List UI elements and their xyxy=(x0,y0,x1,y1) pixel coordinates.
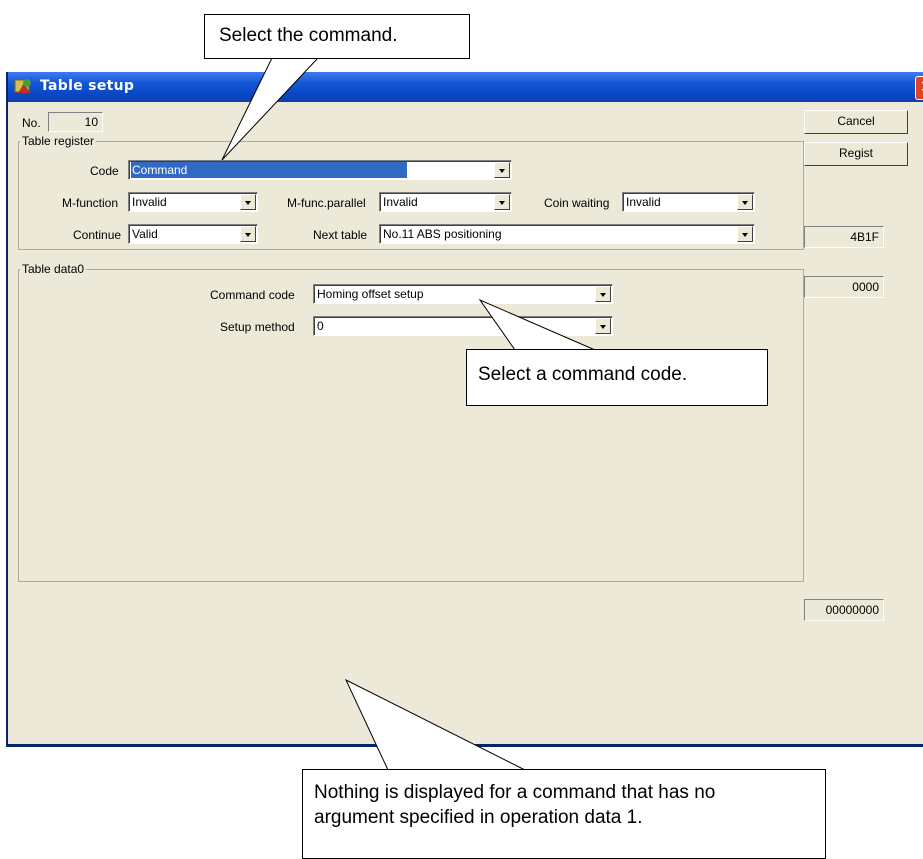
bottom-callout-pointer xyxy=(344,678,526,771)
callout-select-command-code: Select a command code. xyxy=(466,349,768,406)
callout-text: Select the command. xyxy=(219,25,398,46)
callout-nothing-displayed: Nothing is displayed for a command that … xyxy=(302,769,826,859)
callout-pointers xyxy=(221,57,596,771)
callout-text: Select a command code. xyxy=(478,364,688,385)
callout-text-line1: Nothing is displayed for a command that … xyxy=(314,782,716,803)
top-callout-pointer xyxy=(221,57,320,161)
middle-callout-pointer xyxy=(478,298,596,351)
callout-select-command: Select the command. xyxy=(204,14,470,59)
callout-text-line2: argument specified in operation data 1. xyxy=(314,807,643,828)
